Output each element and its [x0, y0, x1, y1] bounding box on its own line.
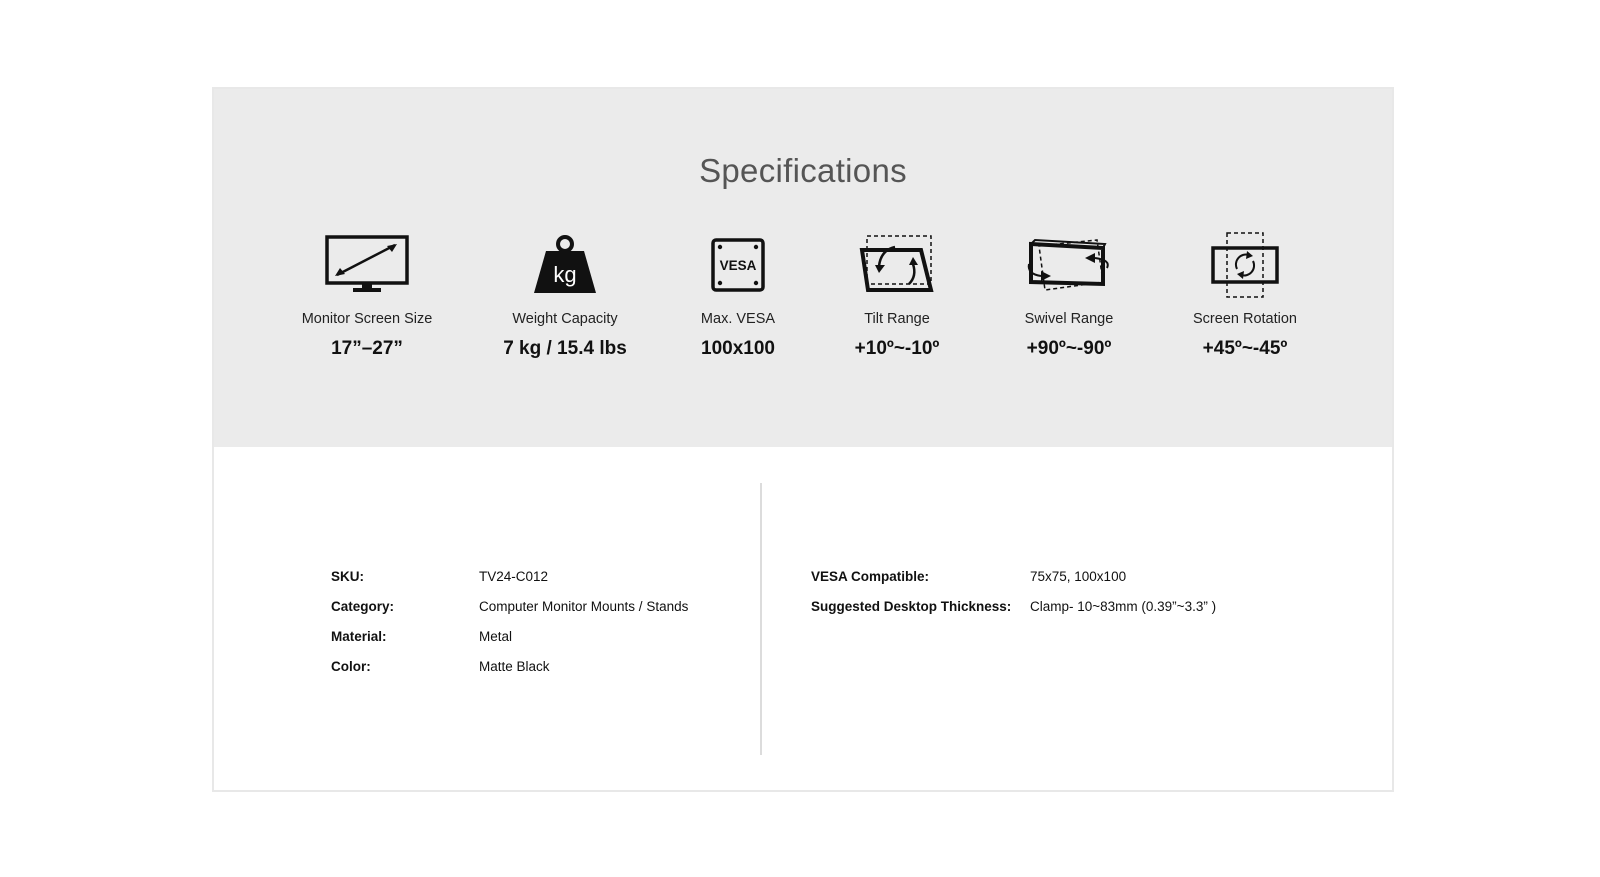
spec-screen-rotation: Screen Rotation +45º~-45º [1155, 229, 1335, 360]
kg-icon-text: kg [553, 262, 576, 287]
detail-key: SKU: [331, 569, 364, 584]
section-title: Specifications [699, 152, 907, 189]
spec-value: +10º~-10º [854, 338, 940, 359]
tilt-icon [807, 229, 987, 301]
detail-value: 75x75, 100x100 [1030, 569, 1127, 584]
detail-value: Clamp- 10~83mm (0.39”~3.3” ) [1030, 599, 1217, 614]
detail-value: Computer Monitor Mounts / Stands [479, 599, 689, 614]
specifications-card: Specifications Monitor Screen Size 17”–2… [212, 87, 1394, 792]
spec-label: Max. VESA [700, 311, 776, 327]
spec-value: 17”–27” [331, 338, 403, 359]
spec-max-vesa: VESA Max. VESA 100x100 [648, 229, 828, 360]
spec-value: +45º~-45º [1202, 338, 1288, 359]
detail-key: Suggested Desktop Thickness: [811, 599, 1012, 614]
spec-value: +90º~-90º [1026, 338, 1112, 359]
detail-key: Category: [331, 599, 395, 614]
spec-tilt-range: Tilt Range +10º~-10º [807, 229, 987, 360]
rotation-icon [1155, 229, 1335, 301]
product-details: SKU: TV24-C012 Category: Computer Monito… [214, 447, 1392, 790]
detail-key: VESA Compatible: [811, 569, 930, 584]
detail-key: Color: [331, 659, 371, 674]
vesa-icon: VESA [648, 229, 828, 301]
spec-label: Screen Rotation [1193, 311, 1297, 327]
kg-weight-icon: kg [475, 229, 655, 301]
spec-value: 7 kg / 15.4 lbs [503, 338, 627, 359]
specifications-panel: Specifications Monitor Screen Size 17”–2… [214, 89, 1392, 447]
spec-label: Swivel Range [1024, 311, 1114, 327]
detail-key: Material: [331, 629, 387, 644]
detail-value: TV24-C012 [479, 569, 549, 584]
spec-label: Monitor Screen Size [301, 311, 433, 327]
spec-weight-capacity: kg Weight Capacity 7 kg / 15.4 lbs [475, 229, 655, 360]
monitor-icon [277, 229, 457, 301]
spec-monitor-screen-size: Monitor Screen Size 17”–27” [277, 229, 457, 360]
detail-value: Matte Black [479, 659, 550, 674]
spec-label: Tilt Range [864, 311, 930, 327]
spec-label: Weight Capacity [512, 311, 618, 327]
vesa-icon-text: VESA [720, 258, 757, 273]
detail-value: Metal [479, 629, 513, 644]
details-divider [760, 483, 762, 755]
spec-value: 100x100 [701, 338, 775, 359]
swivel-icon [979, 229, 1159, 301]
spec-swivel-range: Swivel Range +90º~-90º [979, 229, 1159, 360]
